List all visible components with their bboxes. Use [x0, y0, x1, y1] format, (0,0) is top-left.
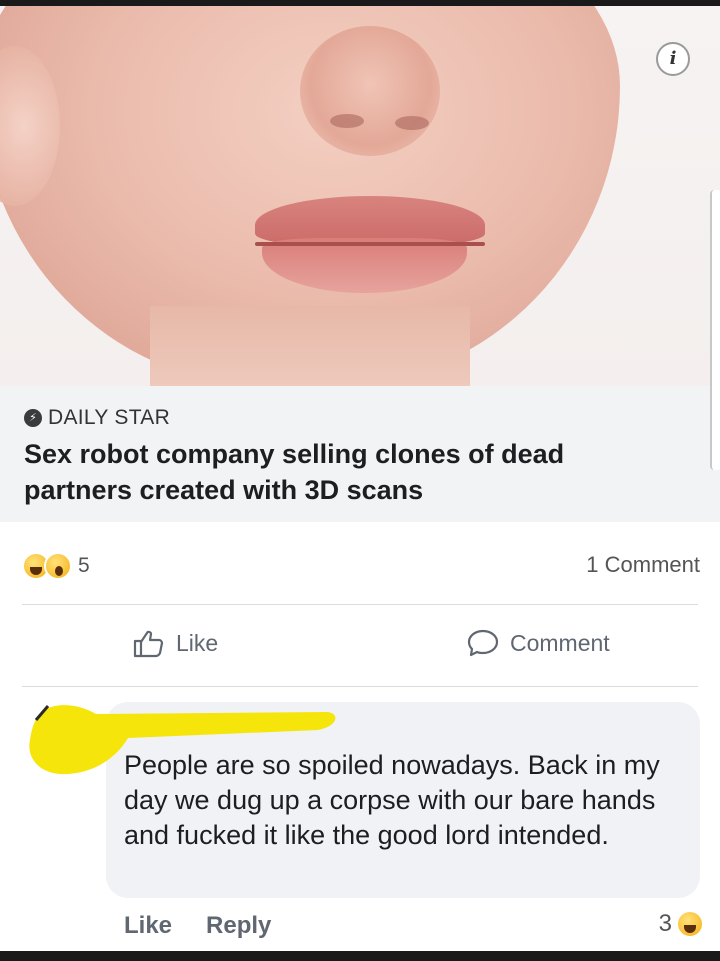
- comment-text: People are so spoiled nowadays. Back in …: [124, 750, 660, 850]
- article-headline[interactable]: Sex robot company selling clones of dead…: [24, 436, 664, 508]
- divider: [22, 686, 698, 687]
- haha-emoji-icon: [676, 910, 704, 938]
- lightning-icon: ⚡: [24, 409, 42, 427]
- speech-bubble-icon: [467, 629, 499, 657]
- wow-emoji-icon: [44, 552, 72, 580]
- comment-reaction-summary[interactable]: 3: [659, 910, 704, 938]
- comment-button[interactable]: Comment: [466, 628, 610, 658]
- link-preview-caption[interactable]: ⚡ DAILY STAR Sex robot company selling c…: [0, 386, 720, 522]
- like-button[interactable]: Like: [132, 628, 218, 658]
- comment-like-link[interactable]: Like: [124, 912, 172, 940]
- bottom-edge: [0, 951, 720, 961]
- source-row: ⚡ DAILY STAR: [24, 406, 170, 430]
- scrollbar[interactable]: [710, 190, 720, 470]
- info-icon[interactable]: i: [656, 42, 690, 76]
- reaction-count: 5: [78, 554, 90, 577]
- source-name: DAILY STAR: [48, 406, 171, 429]
- thumbs-up-icon: [133, 630, 164, 658]
- reaction-summary[interactable]: 5: [22, 552, 90, 580]
- comment-label: Comment: [510, 629, 610, 656]
- article-image[interactable]: i: [0, 6, 720, 386]
- like-label: Like: [176, 629, 219, 656]
- divider: [22, 604, 698, 605]
- comment-reply-link[interactable]: Reply: [206, 912, 271, 940]
- comment-actions: Like Reply: [124, 912, 305, 940]
- comment-count[interactable]: 1 Comment: [586, 552, 700, 578]
- comment-reaction-count: 3: [658, 910, 672, 937]
